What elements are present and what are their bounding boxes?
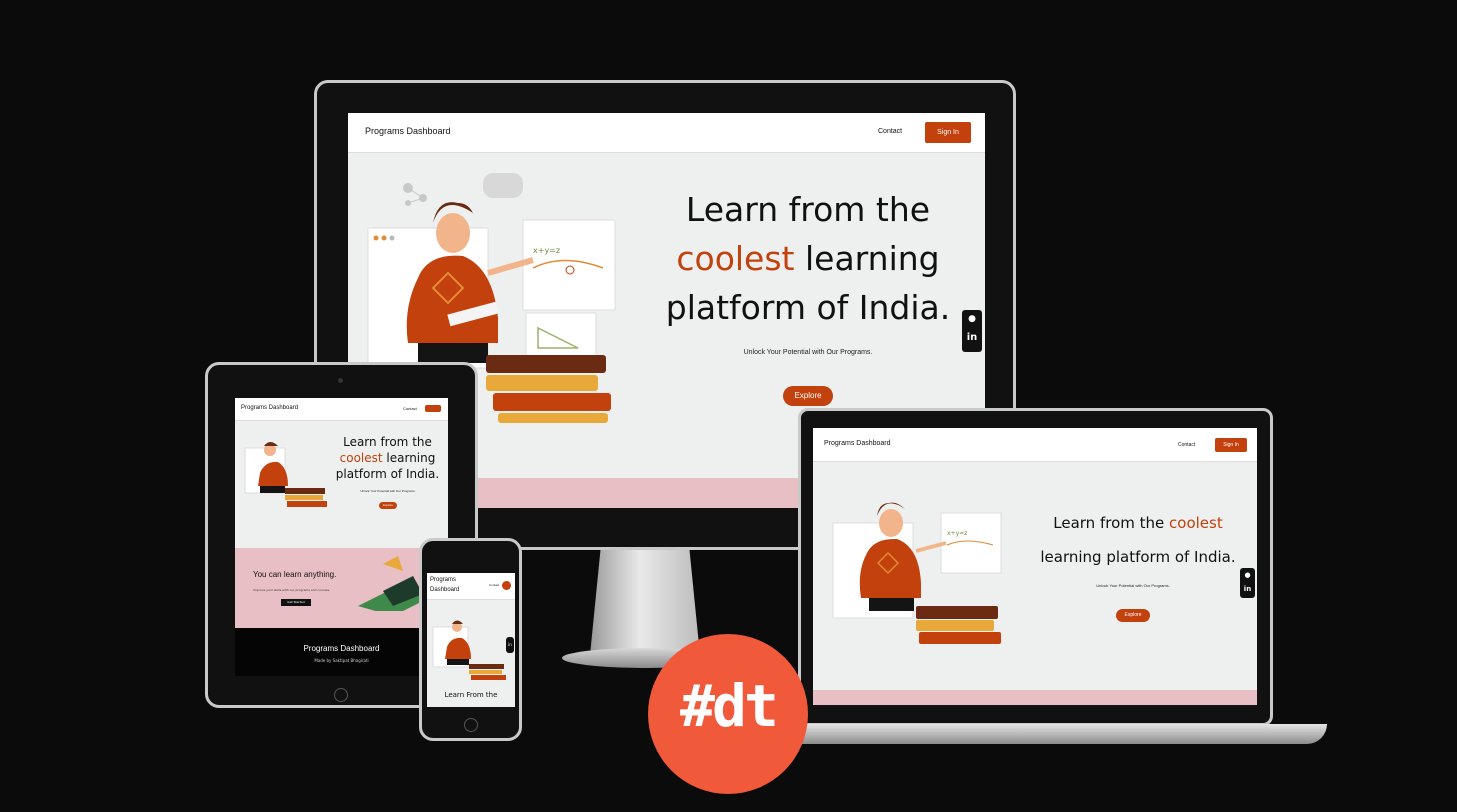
- hero-accent-word: coolest: [676, 239, 795, 278]
- laptop-hero-subtitle: Unlock Your Potential with Our Programs.: [1096, 583, 1170, 588]
- laptop-github-icon[interactable]: ●: [1240, 568, 1255, 582]
- character-head: [436, 213, 470, 253]
- desktop-navbar: Programs Dashboard Contact Sign In: [348, 113, 985, 153]
- laptop-navbar: Programs Dashboard Contact Sign In: [813, 428, 1257, 462]
- hero-subtitle: Unlock Your Potential with Our Programs.: [743, 349, 873, 356]
- hero-heading: Learn from the coolest learning platform…: [665, 190, 951, 327]
- tablet-section-title: You can learn anything.: [253, 570, 337, 579]
- tablet-screen: Programs Dashboard Contact Learn from th…: [235, 398, 448, 676]
- tablet-section-text: Improve your skills with our programs an…: [253, 588, 331, 592]
- illustration-card: [522, 219, 616, 311]
- tablet-camera: [338, 378, 343, 383]
- tablet-section-button[interactable]: Get Started: [281, 599, 311, 606]
- tablet-explore-button[interactable]: Explore: [379, 502, 397, 509]
- laptop-linkedin-icon[interactable]: in: [1240, 582, 1255, 596]
- laptop-explore-button[interactable]: Explore: [1116, 609, 1150, 622]
- phone-home-button[interactable]: [464, 718, 478, 732]
- laptop-hero-heading: Learn from the coolest learning platform…: [1040, 514, 1236, 566]
- svg-text:x+y=z: x+y=z: [533, 246, 560, 255]
- phone-menu-icon[interactable]: [502, 581, 511, 590]
- tablet-navbar: Programs Dashboard Contact: [235, 398, 448, 421]
- laptop-nav-contact[interactable]: Contact: [1178, 442, 1195, 448]
- tablet-sign-in-button[interactable]: [425, 405, 441, 412]
- laptop-base: [770, 724, 1327, 744]
- book-stack: [486, 355, 606, 373]
- monitor-stand-neck: [590, 545, 700, 655]
- nav-contact-link[interactable]: Contact: [878, 128, 902, 135]
- laptop-pink-section: [813, 690, 1257, 705]
- tablet-pink-section: You can learn anything. Improve your ski…: [235, 548, 448, 628]
- phone-screen: Programs Dashboard Contact in Learn From…: [427, 573, 515, 707]
- linkedin-icon[interactable]: in: [962, 328, 982, 348]
- phone-social-sidebar: in: [506, 637, 514, 653]
- laptop-brand-title[interactable]: Programs Dashboard: [824, 440, 891, 447]
- tablet-hero-illustration: [244, 442, 327, 507]
- phone-brand-line2[interactable]: Dashboard: [430, 587, 459, 593]
- dt-logo-text: #dt: [680, 672, 779, 740]
- tablet-footer-title: Programs Dashboard: [303, 644, 380, 653]
- tablet-footer: Programs Dashboard Made by Saktipat Bhag…: [235, 628, 448, 676]
- tablet-home-button[interactable]: [334, 688, 348, 702]
- phone-brand-line1[interactable]: Programs: [430, 577, 456, 583]
- desktop-social-sidebar: ● in: [962, 310, 982, 352]
- tablet-hero-heading: Learn from the coolest learning platform…: [335, 435, 440, 481]
- phone-hero-heading: Learn From the: [444, 691, 498, 699]
- laptop-hero-illustration: x+y=z: [832, 502, 1002, 644]
- tablet-nav-contact[interactable]: Contact: [403, 406, 417, 411]
- laptop-screen: Programs Dashboard Contact Sign In x+y=z…: [813, 428, 1257, 705]
- laptop-social-sidebar: ● in: [1240, 568, 1255, 598]
- sign-in-button[interactable]: Sign In: [925, 122, 971, 143]
- explore-button[interactable]: Explore: [783, 386, 833, 406]
- tablet-footer-subtitle: Made by Saktipat Bhagirati: [314, 658, 369, 663]
- dt-logo-badge: #dt: [648, 634, 808, 794]
- phone-hero-illustration: [432, 620, 506, 680]
- phone-linkedin-icon[interactable]: in: [506, 637, 514, 653]
- svg-text:x+y=z: x+y=z: [947, 530, 967, 537]
- tablet-hero-subtitle: Unlock Your Potential with Our Programs.: [360, 489, 416, 493]
- tablet-brand-title[interactable]: Programs Dashboard: [241, 405, 298, 411]
- github-icon[interactable]: ●: [962, 310, 982, 328]
- brand-title[interactable]: Programs Dashboard: [365, 126, 451, 136]
- phone-nav-contact[interactable]: Contact: [489, 583, 499, 587]
- phone-navbar: Programs Dashboard Contact: [427, 573, 515, 600]
- laptop-sign-in-button[interactable]: Sign In: [1215, 438, 1247, 452]
